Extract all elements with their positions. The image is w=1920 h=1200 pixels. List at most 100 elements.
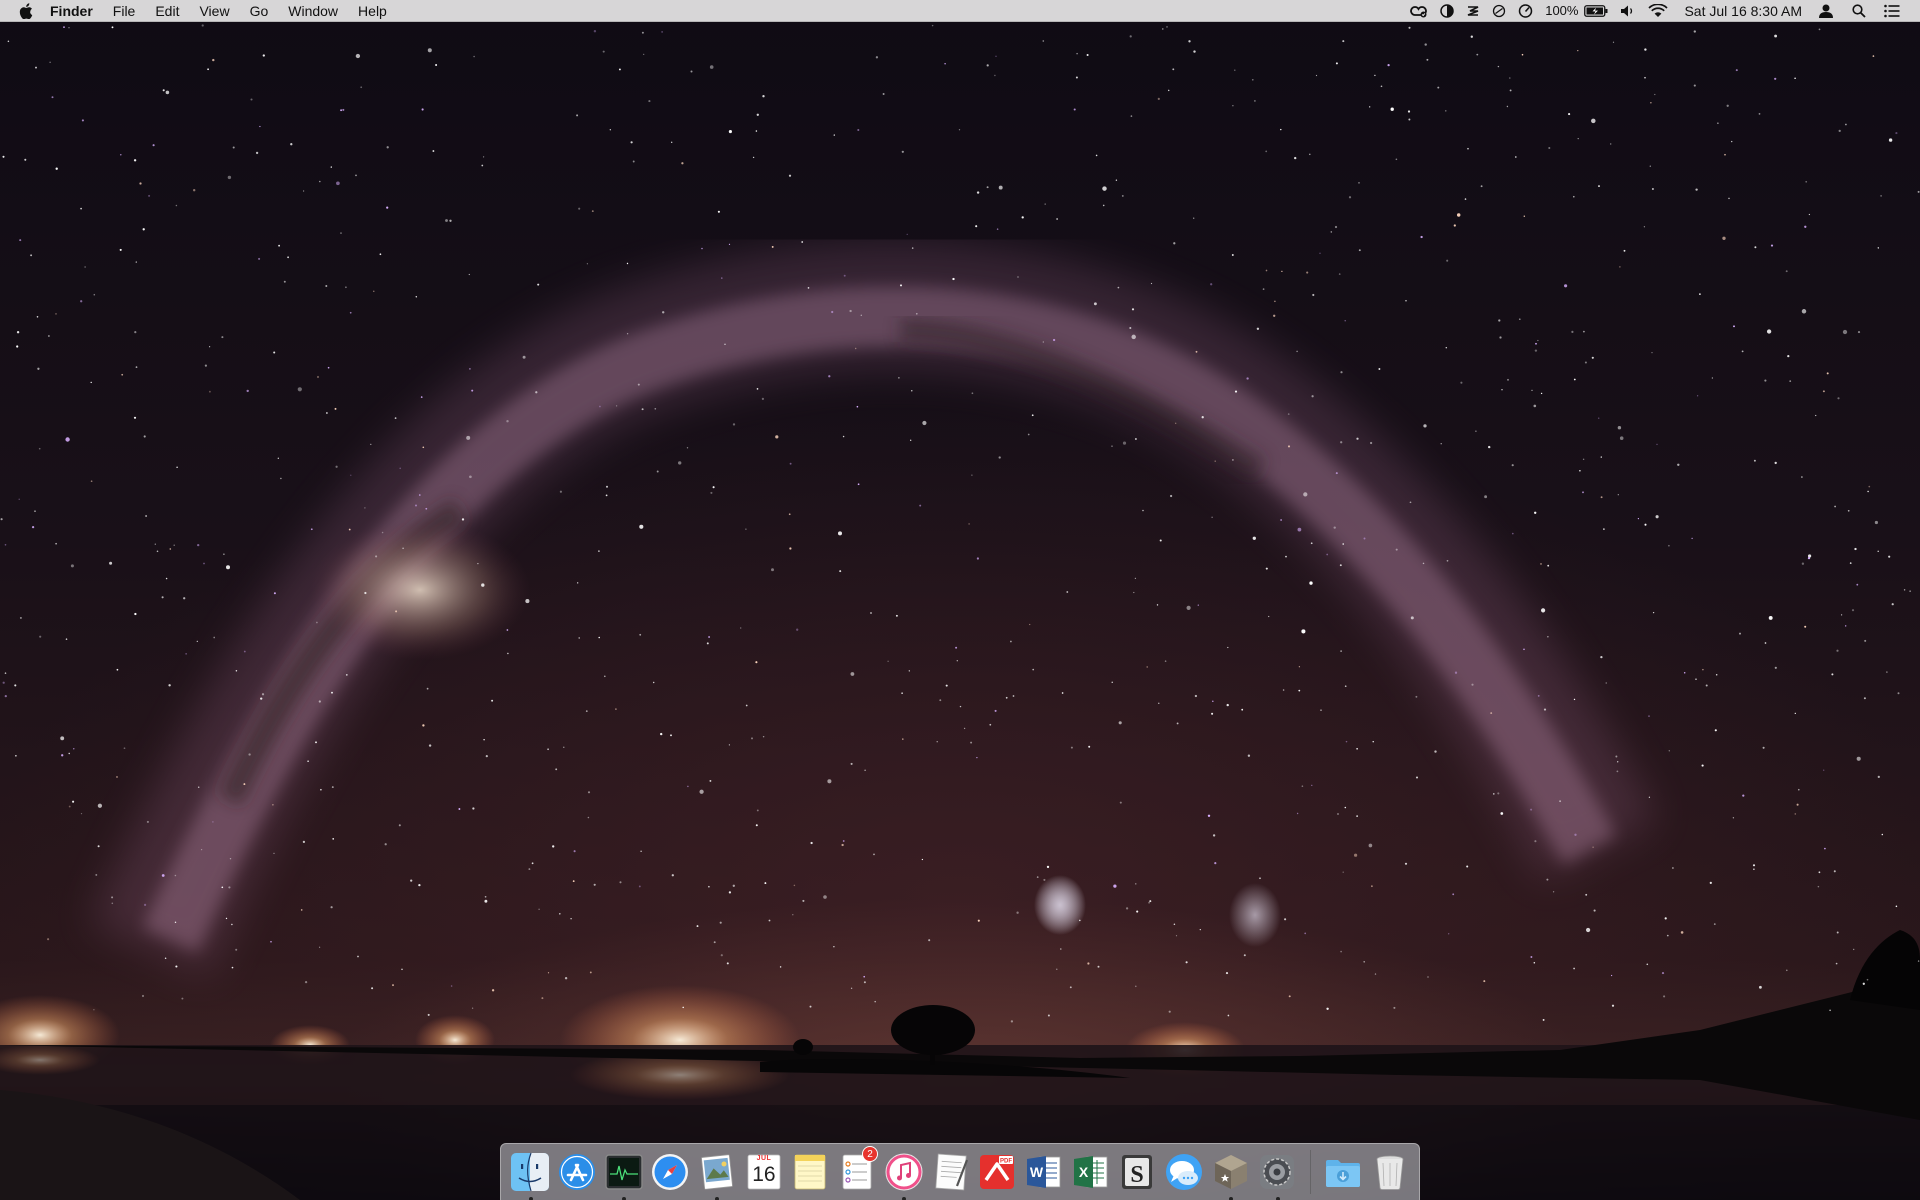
star — [449, 219, 452, 222]
star — [123, 747, 126, 750]
star — [141, 994, 145, 998]
spotlight-icon[interactable] — [1840, 0, 1872, 22]
star — [1577, 49, 1579, 52]
star — [35, 66, 37, 69]
star — [197, 543, 200, 547]
dock-app-reminders[interactable]: 2 — [834, 1146, 880, 1195]
star — [604, 675, 606, 678]
star — [638, 885, 641, 888]
star — [525, 599, 530, 604]
dock-app-pdf-expert[interactable]: PDF — [974, 1149, 1020, 1195]
star — [895, 614, 898, 617]
star — [755, 824, 758, 827]
star — [1722, 236, 1726, 240]
star — [1176, 722, 1179, 725]
creative-cloud-icon[interactable] — [1404, 0, 1434, 22]
star — [212, 58, 215, 62]
dock-app-scrivener[interactable]: S — [1114, 1149, 1160, 1195]
star — [1113, 884, 1117, 888]
star — [1693, 30, 1696, 33]
star — [802, 899, 805, 902]
star — [696, 925, 699, 928]
star — [1387, 63, 1390, 67]
menu-file[interactable]: File — [103, 0, 146, 22]
star — [1598, 185, 1600, 188]
star — [671, 874, 674, 877]
volume-icon[interactable] — [1614, 0, 1642, 22]
battery-percent[interactable]: 100% — [1539, 0, 1584, 22]
stack-icon[interactable] — [1460, 0, 1486, 22]
star — [1866, 978, 1869, 981]
star — [1326, 553, 1329, 556]
star — [1340, 950, 1342, 953]
star — [483, 156, 485, 158]
star — [1446, 259, 1449, 262]
notification-center-icon[interactable] — [1872, 0, 1906, 22]
star — [1523, 215, 1526, 217]
dock-app-itunes[interactable] — [881, 1149, 927, 1200]
star — [37, 367, 40, 370]
wifi-icon[interactable] — [1642, 0, 1674, 22]
dock-stack-downloads[interactable] — [1320, 1149, 1366, 1195]
star — [1330, 231, 1333, 233]
apple-menu-icon[interactable] — [18, 2, 34, 20]
dock-app-system-preferences[interactable] — [1255, 1149, 1301, 1200]
star — [591, 210, 594, 213]
menu-view[interactable]: View — [189, 0, 239, 22]
menu-window[interactable]: Window — [278, 0, 348, 22]
dock-app-microsoft-excel[interactable]: X — [1068, 1149, 1114, 1195]
star — [283, 280, 286, 283]
dock-app-activity-monitor[interactable] — [601, 1149, 647, 1200]
dock-app-cube-app[interactable] — [1208, 1149, 1254, 1200]
star — [1834, 505, 1836, 508]
star — [728, 891, 732, 894]
dock-app-finder[interactable] — [508, 1149, 554, 1200]
star — [1717, 122, 1719, 124]
dock-app-app-store[interactable] — [554, 1149, 600, 1195]
star — [936, 741, 938, 743]
battery-icon[interactable] — [1584, 0, 1614, 22]
star — [1415, 776, 1419, 779]
app-store-icon — [559, 1154, 596, 1190]
star — [863, 975, 866, 978]
star — [327, 366, 330, 369]
star — [1354, 853, 1358, 857]
star — [427, 1013, 430, 1016]
star — [375, 555, 378, 558]
menu-help[interactable]: Help — [348, 0, 397, 22]
user-icon[interactable] — [1812, 0, 1840, 22]
star — [1338, 273, 1341, 275]
contrast-icon[interactable] — [1434, 0, 1460, 22]
app-menu-finder[interactable]: Finder — [34, 0, 103, 22]
dock-app-calendar[interactable]: JUL 16 — [741, 1149, 787, 1195]
star — [332, 838, 335, 840]
dock-app-preview[interactable] — [694, 1149, 740, 1200]
no-sync-icon[interactable] — [1486, 0, 1512, 22]
star — [661, 31, 663, 33]
star — [364, 507, 366, 509]
dock-stack-trash[interactable] — [1367, 1149, 1413, 1195]
star — [255, 151, 259, 155]
star — [919, 504, 922, 507]
star — [384, 843, 387, 846]
star — [857, 483, 860, 486]
star — [340, 109, 343, 112]
menu-edit[interactable]: Edit — [145, 0, 189, 22]
star — [1511, 464, 1514, 467]
star — [911, 390, 913, 392]
safari-icon — [652, 1154, 689, 1190]
dock-app-textedit[interactable] — [928, 1149, 974, 1195]
star — [1895, 905, 1898, 908]
dock-app-notes[interactable] — [788, 1149, 834, 1195]
star — [908, 670, 910, 672]
star — [1342, 543, 1344, 545]
dock-app-safari[interactable] — [648, 1149, 694, 1195]
star — [598, 636, 600, 639]
menu-bar-clock[interactable]: Sat Jul 16 8:30 AM — [1674, 0, 1812, 22]
star — [1097, 965, 1100, 968]
dock-app-messages[interactable] — [1161, 1149, 1207, 1195]
dock-app-microsoft-word[interactable]: W — [1021, 1149, 1067, 1195]
speedometer-icon[interactable] — [1512, 0, 1539, 22]
menu-go[interactable]: Go — [240, 0, 279, 22]
star — [1234, 69, 1236, 71]
